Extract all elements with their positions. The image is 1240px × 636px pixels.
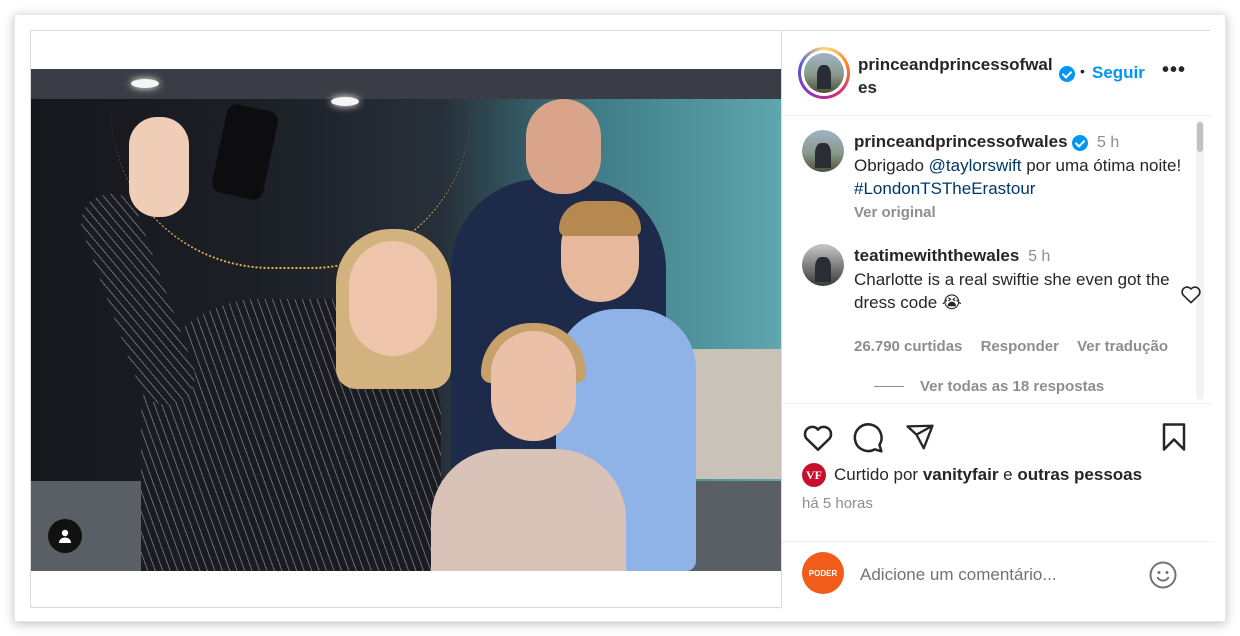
post-header: princeandprincessofwales • Seguir ••• [782,31,1212,116]
verified-badge-icon [1072,134,1089,151]
photo-person-girl-head [491,331,576,441]
comment-icon[interactable] [852,422,884,454]
current-user-avatar[interactable]: PODER [802,552,844,594]
caption-text-after: por uma ótima noite! [1021,156,1182,175]
user-tag-icon[interactable] [48,519,82,553]
caption-mention[interactable]: @taylorswift [929,156,1022,175]
photo-ceiling-light [131,79,159,88]
caption-time: 5 h [1097,134,1120,151]
liked-by: VF Curtido por vanityfair e outras pesso… [802,463,1142,487]
comments-scrollbar[interactable] [1196,120,1204,400]
follow-button[interactable]: Seguir [1092,63,1145,83]
vanityfair-avatar[interactable]: VF [802,463,826,487]
post-container: princeandprincessofwales • Seguir ••• pr… [30,30,1212,609]
comment-avatar[interactable] [802,244,844,286]
header-separator: • [1080,63,1085,79]
author-avatar[interactable] [798,47,850,99]
comment-meta: 26.790 curtidas Responder Ver tradução [854,338,1182,355]
comment-text: Charlotte is a real swiftie she even got… [854,270,1170,312]
liked-by-connector: e [1003,465,1013,484]
photo-person-girl-body [431,449,626,571]
view-replies-label: Ver todas as 18 respostas [920,378,1105,395]
post-card: princeandprincessofwales • Seguir ••• pr… [14,14,1226,622]
post-side-panel: princeandprincessofwales • Seguir ••• pr… [781,31,1212,609]
comment-time: 5 h [1028,248,1051,265]
more-options-button[interactable]: ••• [1162,59,1186,82]
liked-by-others[interactable]: outras pessoas [1017,465,1142,485]
comment-heart-icon[interactable] [1180,284,1202,304]
photo-sofa [686,349,781,479]
translate-button[interactable]: Ver tradução [1077,338,1168,355]
reply-button[interactable]: Responder [981,338,1059,355]
add-comment-input[interactable] [860,562,1130,588]
heart-icon[interactable] [802,422,834,452]
view-replies-button[interactable]: Ver todas as 18 respostas [874,378,1104,395]
paper-plane-icon[interactable] [904,422,936,452]
liked-by-prefix: Curtido por [834,465,919,484]
verified-badge-icon [1059,66,1075,82]
photo-person-woman-head [349,241,437,356]
photo-ceiling-light [331,97,359,106]
photo-person-man-head [526,99,601,194]
header-username[interactable]: princeandprincessofwales [858,53,1058,99]
post-time-ago[interactable]: há 5 horas [802,495,873,512]
caption-avatar[interactable] [802,130,844,172]
comments-section[interactable]: princeandprincessofwales 5 h Obrigado @t… [782,116,1212,404]
add-comment-bar: PODER [782,541,1212,609]
author-avatar-image [804,53,844,93]
comment-item: teatimewiththewales 5 h Charlotte is a r… [802,244,1201,403]
photo-person-woman-hand [129,117,189,217]
comment-username[interactable]: teatimewiththewales [854,246,1019,265]
see-original-link[interactable]: Ver original [854,204,936,221]
post-photo[interactable] [31,69,781,571]
photo-person-boy-hair [559,201,641,236]
comment-likes[interactable]: 26.790 curtidas [854,338,962,355]
bookmark-icon[interactable] [1160,422,1188,452]
caption-hashtag[interactable]: #LondonTSTheErastour [854,179,1035,198]
smiley-icon[interactable] [1148,560,1178,590]
liked-by-user[interactable]: vanityfair [923,465,999,485]
caption-username[interactable]: princeandprincessofwales [854,132,1068,151]
caption-text-before: Obrigado [854,156,929,175]
